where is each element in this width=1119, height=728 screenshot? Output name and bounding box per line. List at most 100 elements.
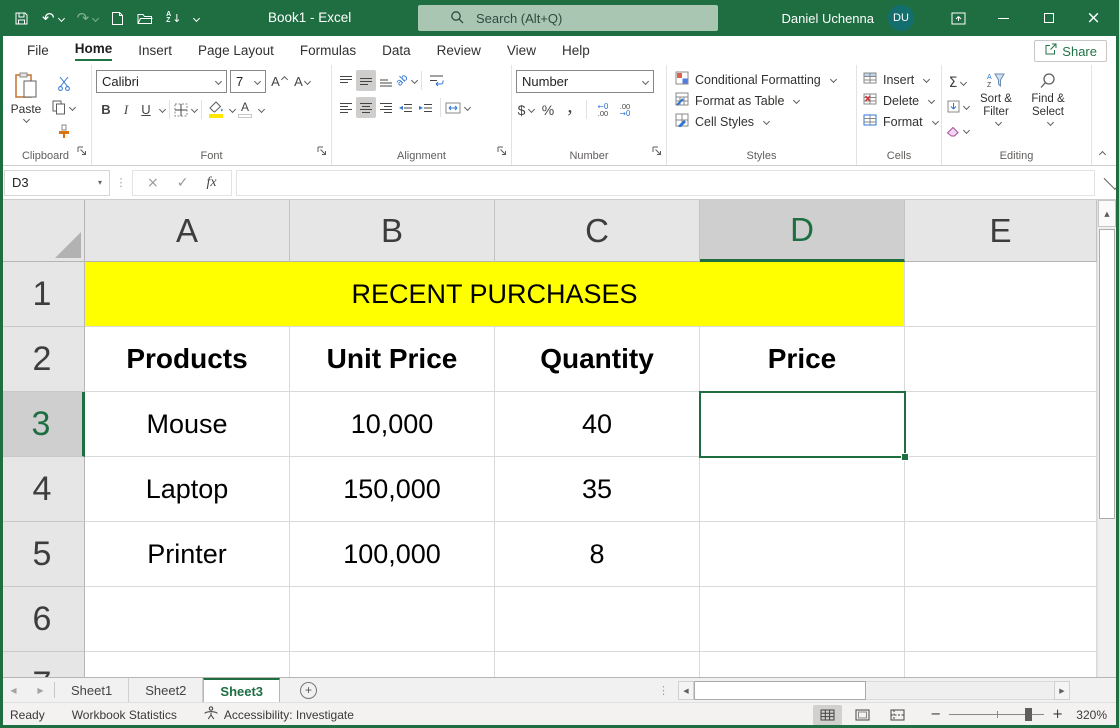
bold-button[interactable]: B: [96, 99, 116, 120]
clear-button[interactable]: [946, 120, 969, 141]
cell[interactable]: [495, 587, 700, 652]
align-left-button[interactable]: [336, 97, 356, 118]
tab-insert[interactable]: Insert: [125, 43, 185, 65]
tab-formulas[interactable]: Formulas: [287, 43, 369, 65]
insert-function-icon[interactable]: fx: [206, 175, 216, 191]
column-header-b[interactable]: B: [290, 200, 495, 262]
collapse-ribbon-chevron-icon[interactable]: [1099, 151, 1106, 158]
clipboard-dialog-launcher-icon[interactable]: [77, 143, 87, 161]
decrease-font-size-button[interactable]: A: [292, 71, 312, 92]
scroll-up-icon[interactable]: ▲: [1098, 200, 1116, 227]
format-painter-button[interactable]: [52, 121, 75, 142]
italic-button[interactable]: I: [116, 99, 136, 120]
tab-review[interactable]: Review: [424, 43, 494, 65]
alignment-dialog-launcher-icon[interactable]: [497, 143, 507, 161]
increase-indent-button[interactable]: ▸: [416, 97, 436, 118]
cell-a1-merged-title[interactable]: RECENT PURCHASES: [85, 262, 905, 327]
wrap-text-button[interactable]: [426, 70, 446, 91]
delete-cells-button[interactable]: Delete: [863, 91, 937, 110]
column-header-d[interactable]: D: [700, 200, 905, 262]
underline-chevron-icon[interactable]: [159, 106, 166, 113]
format-cells-button[interactable]: Format: [863, 112, 937, 131]
cell-c4[interactable]: 35: [495, 457, 700, 522]
underline-button[interactable]: U: [136, 99, 156, 120]
customize-qat-chevron-icon[interactable]: [194, 16, 199, 21]
increase-decimal-button[interactable]: ←0.00: [593, 99, 613, 120]
cell-c3[interactable]: 40: [495, 392, 700, 457]
insert-cells-button[interactable]: Insert: [863, 70, 937, 89]
tab-file[interactable]: File: [14, 43, 62, 65]
cell-b2[interactable]: Unit Price: [290, 327, 495, 392]
font-color-chevron-icon[interactable]: [258, 106, 265, 113]
cell[interactable]: [905, 457, 1097, 522]
row-header-7[interactable]: 7: [0, 652, 85, 677]
font-dialog-launcher-icon[interactable]: [317, 143, 327, 161]
decrease-decimal-button[interactable]: .00→0: [615, 99, 635, 120]
zoom-slider-thumb[interactable]: [1025, 708, 1032, 721]
zoom-slider[interactable]: [949, 714, 1044, 715]
horizontal-scrollbar[interactable]: ◀ ▶: [678, 681, 1070, 700]
tab-help[interactable]: Help: [549, 43, 603, 65]
cell-a3[interactable]: Mouse: [85, 392, 290, 457]
cell-a4[interactable]: Laptop: [85, 457, 290, 522]
row-header-4[interactable]: 4: [0, 457, 85, 522]
column-header-e[interactable]: E: [905, 200, 1097, 262]
fill-color-button[interactable]: [206, 99, 226, 120]
cell[interactable]: [700, 652, 905, 677]
sheet-nav-left-icon[interactable]: ◀: [0, 678, 27, 702]
font-name-combo[interactable]: Calibri: [96, 70, 227, 93]
cell-c5[interactable]: 8: [495, 522, 700, 587]
column-header-a[interactable]: A: [85, 200, 290, 262]
normal-view-button[interactable]: [813, 705, 842, 725]
user-name[interactable]: Daniel Uchenna: [781, 11, 874, 26]
search-input[interactable]: Search (Alt+Q): [418, 5, 718, 31]
enter-check-icon[interactable]: ✓: [177, 175, 189, 191]
font-color-button[interactable]: A: [235, 99, 255, 120]
cell-b5[interactable]: 100,000: [290, 522, 495, 587]
cell[interactable]: [290, 652, 495, 677]
paste-button[interactable]: Paste: [4, 70, 48, 147]
fill-button[interactable]: [946, 96, 969, 117]
cell[interactable]: [495, 652, 700, 677]
fill-handle[interactable]: [901, 453, 909, 461]
font-size-combo[interactable]: 7: [230, 70, 266, 93]
cell[interactable]: [905, 262, 1097, 327]
orientation-button[interactable]: ab: [396, 70, 417, 91]
scroll-left-icon[interactable]: ◀: [678, 681, 694, 700]
cell[interactable]: [905, 652, 1097, 677]
zoom-in-button[interactable]: +: [1052, 707, 1063, 722]
name-box-chevron-icon[interactable]: ▾: [98, 178, 102, 187]
align-right-button[interactable]: [376, 97, 396, 118]
number-dialog-launcher-icon[interactable]: [652, 143, 662, 161]
vertical-scrollbar[interactable]: ▲: [1097, 200, 1116, 677]
save-icon[interactable]: [14, 11, 29, 26]
vertical-scrollbar-thumb[interactable]: [1099, 229, 1115, 519]
tab-scrollbar-grip-icon[interactable]: ⋮: [658, 678, 669, 703]
cell[interactable]: [290, 587, 495, 652]
tab-home[interactable]: Home: [62, 41, 126, 65]
minimize-button[interactable]: [981, 0, 1026, 36]
borders-button[interactable]: [174, 99, 197, 120]
currency-format-button[interactable]: $: [516, 99, 536, 120]
increase-font-size-button[interactable]: A: [269, 71, 289, 92]
align-top-button[interactable]: [336, 70, 356, 91]
cell[interactable]: [700, 587, 905, 652]
copy-button[interactable]: [52, 97, 75, 118]
cell-d4[interactable]: [700, 457, 905, 522]
zoom-level[interactable]: 320%: [1069, 708, 1107, 722]
sheet-tab-sheet1[interactable]: Sheet1: [55, 678, 129, 702]
close-button[interactable]: ×: [1071, 0, 1116, 36]
name-box[interactable]: D3 ▾: [4, 170, 110, 196]
maximize-button[interactable]: [1026, 0, 1071, 36]
align-center-button[interactable]: [356, 97, 376, 118]
formula-bar-grip-icon[interactable]: ⋮: [110, 176, 132, 189]
cell-b4[interactable]: 150,000: [290, 457, 495, 522]
cell[interactable]: [85, 652, 290, 677]
cell[interactable]: [905, 392, 1097, 457]
cell[interactable]: [905, 522, 1097, 587]
select-all-corner[interactable]: [0, 200, 85, 262]
cell-b3[interactable]: 10,000: [290, 392, 495, 457]
undo-button[interactable]: ↶: [42, 11, 64, 26]
cell-c2[interactable]: Quantity: [495, 327, 700, 392]
column-header-c[interactable]: C: [495, 200, 700, 262]
